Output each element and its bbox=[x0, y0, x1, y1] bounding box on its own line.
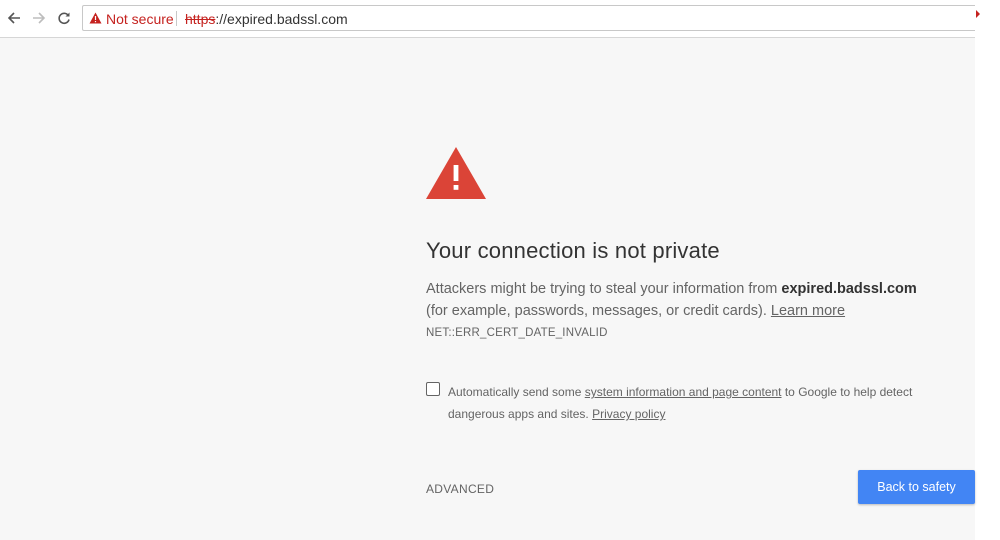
warning-triangle-icon bbox=[89, 12, 102, 24]
system-info-link[interactable]: system information and page content bbox=[585, 385, 782, 399]
send-info-checkbox[interactable] bbox=[426, 382, 440, 396]
error-code: NET::ERR_CERT_DATE_INVALID bbox=[426, 327, 608, 339]
arrow-left-icon bbox=[7, 12, 20, 24]
opt-in-text: Automatically send some bbox=[448, 385, 585, 399]
forward-button[interactable] bbox=[30, 9, 48, 27]
learn-more-link[interactable]: Learn more bbox=[771, 303, 845, 319]
window-edge-marker bbox=[976, 10, 980, 18]
arrow-right-icon bbox=[33, 12, 46, 24]
description-text-continued: (for example, passwords, messages, or cr… bbox=[426, 303, 771, 319]
interstitial-page: Your connection is not private Attackers… bbox=[0, 38, 975, 540]
site-hostname: expired.badssl.com bbox=[781, 281, 917, 297]
security-status-label[interactable]: Not secure bbox=[106, 11, 174, 27]
window-edge bbox=[975, 0, 1000, 540]
browser-toolbar: Not secure https://expired.badssl.com bbox=[0, 0, 975, 38]
privacy-policy-link[interactable]: Privacy policy bbox=[592, 407, 665, 421]
extended-reporting-text: Automatically send some system informati… bbox=[448, 381, 928, 425]
description-text: Attackers might be trying to steal your … bbox=[426, 281, 782, 297]
reload-icon bbox=[58, 12, 70, 25]
address-bar-divider bbox=[176, 11, 177, 26]
page-title: Your connection is not private bbox=[426, 238, 720, 263]
advanced-button[interactable]: ADVANCED bbox=[426, 482, 494, 496]
url-text[interactable]: https://expired.badssl.com bbox=[185, 11, 348, 27]
url-scheme: https bbox=[185, 11, 216, 27]
reload-button[interactable] bbox=[55, 9, 73, 27]
url-host: ://expired.badssl.com bbox=[215, 11, 348, 27]
warning-description: Attackers might be trying to steal your … bbox=[426, 278, 936, 322]
address-bar[interactable]: Not secure https://expired.badssl.com bbox=[82, 5, 975, 31]
back-button[interactable] bbox=[5, 9, 23, 27]
warning-triangle-icon bbox=[426, 147, 486, 199]
back-to-safety-button[interactable]: Back to safety bbox=[858, 470, 975, 504]
